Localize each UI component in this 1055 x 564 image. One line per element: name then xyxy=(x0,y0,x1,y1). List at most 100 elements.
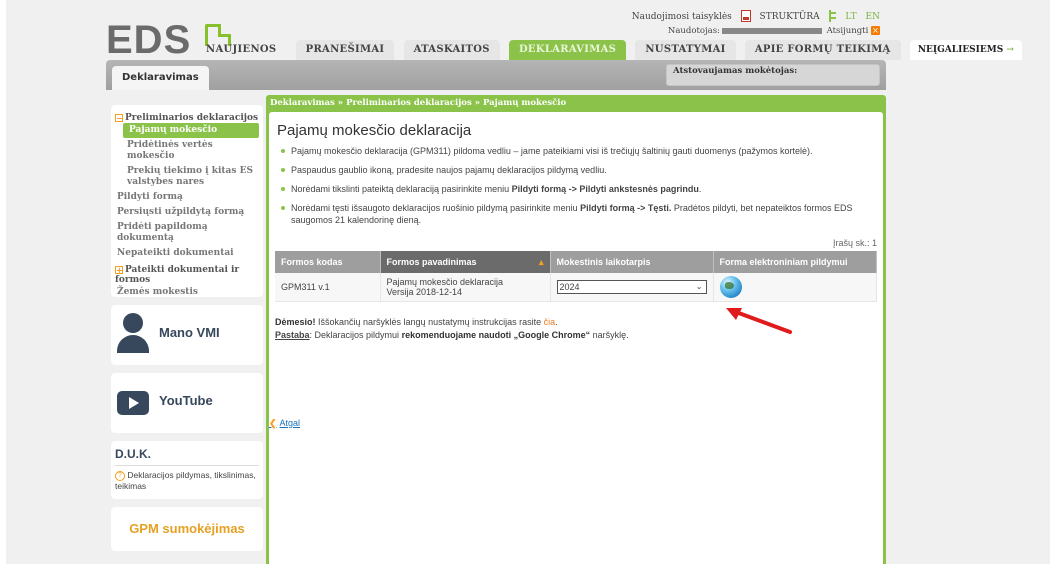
cell-tax-period: 2024 ⌄ xyxy=(550,273,714,302)
info-item: Norėdami tikslinti pateiktą deklaraciją … xyxy=(275,183,877,195)
expand-icon[interactable]: + xyxy=(115,265,123,274)
info-item: Norėdami tęsti išsaugoto deklaracijos ru… xyxy=(275,202,877,226)
sidebar-item-prideti-dokumenta[interactable]: Pridėti papildomą dokumentą xyxy=(115,220,259,246)
note-label: Pastaba xyxy=(275,330,310,340)
sidebar-item-prekiu-tiekimo[interactable]: Prekių tiekimo į kitas ES valstybes nare… xyxy=(115,164,259,190)
nav-accessibility[interactable]: NEĮGALIESIEMS → xyxy=(909,40,1022,60)
arrow-right-icon: → xyxy=(1006,45,1014,55)
faq-title: D.U.K. xyxy=(115,447,259,466)
language-lt[interactable]: LT xyxy=(845,12,856,22)
cell-electronic-form xyxy=(713,273,877,302)
note-end: naršyklę. xyxy=(590,330,629,340)
sidebar-item-pildyti-forma[interactable]: Pildyti formą xyxy=(115,190,259,205)
info-text-end: . xyxy=(698,184,702,194)
table-row: GPM311 v.1 Pajamų mokesčio deklaracija V… xyxy=(275,273,877,302)
cell-form-code: GPM311 v.1 xyxy=(275,273,381,302)
pdf-icon[interactable] xyxy=(740,10,751,22)
faq-link-label: Deklaracijos pildymas, tikslinimas, teik… xyxy=(115,470,256,491)
col-form-name-label: Formos pavadinimas xyxy=(386,256,477,267)
info-text: Norėdami tikslinti pateiktą deklaraciją … xyxy=(291,184,512,194)
page-title: Pajamų mokesčio deklaracija xyxy=(277,122,472,139)
gpm-payment-label: GPM sumokėjimas xyxy=(129,521,245,536)
sub-navigation-bar: Deklaravimas Atstovaujamas mokėtojas: xyxy=(106,60,886,90)
nav-deklaravimas[interactable]: DEKLARAVIMAS xyxy=(508,40,627,60)
chevron-down-icon: ⌄ xyxy=(695,282,703,291)
info-item: Paspaudus gaublio ikoną, pradesite naujo… xyxy=(275,164,877,176)
note-text: : Deklaracijos pildymui xyxy=(309,330,402,340)
back-link[interactable]: ❮ Atgal xyxy=(269,418,300,429)
faq-link[interactable]: ? Deklaracijos pildymas, tikslinimas, te… xyxy=(115,470,259,492)
attention-text: Iššokančių naršyklės langų nustatymų ins… xyxy=(315,317,544,327)
youtube-card[interactable]: YouTube xyxy=(111,373,263,433)
sort-asc-icon: ▴ xyxy=(538,256,544,267)
back-label: Atgal xyxy=(279,418,301,428)
instructions-link[interactable]: čia xyxy=(544,317,556,327)
globe-icon[interactable] xyxy=(719,276,742,298)
logout-icon[interactable]: × xyxy=(871,26,880,35)
attention-end: . xyxy=(555,317,558,327)
structure-icon[interactable] xyxy=(828,10,837,22)
gpm-payment-card[interactable]: GPM sumokėjimas xyxy=(111,507,263,551)
sidebar-menu: − Preliminarios deklaracijos Pajamų mokes… xyxy=(111,105,263,297)
record-count: Įrašų sk.: 1 xyxy=(832,238,877,248)
col-form-name[interactable]: Formos pavadinimas ▴ xyxy=(380,251,551,273)
info-item: Pajamų mokesčio deklaracija (GPM311) pil… xyxy=(275,145,877,157)
question-icon: ? xyxy=(115,470,125,481)
sidebar-item-persiusti[interactable]: Persiųsti užpildytą formą xyxy=(115,205,259,220)
nav-accessibility-label: NEĮGALIESIEMS xyxy=(917,45,1004,55)
user-label: Naudotojas: xyxy=(667,26,720,36)
nav-ataskaitos[interactable]: ATASKAITOS xyxy=(403,40,500,60)
col-form-code[interactable]: Formos kodas xyxy=(275,251,381,273)
note-recommendation: rekomenduojame naudoti „Google Chrome“ xyxy=(401,330,591,340)
nav-pranesimai[interactable]: PRANEŠIMAI xyxy=(295,40,395,60)
breadcrumb: Deklaravimas » Preliminarios deklaracijo… xyxy=(270,98,567,108)
top-links: Naudojimosi taisyklės STRUKTŪRA LT EN xyxy=(626,10,880,22)
attention-label: Dėmesio! xyxy=(275,317,316,327)
nav-naujienos[interactable]: NAUJIENOS xyxy=(206,40,286,60)
nav-nustatymai[interactable]: NUSTATYMAI xyxy=(635,40,736,60)
user-line: Naudotojas: Atsijungti × xyxy=(668,26,880,36)
main-nav: NAUJIENOS PRANEŠIMAI ATASKAITOS DEKLARAV… xyxy=(206,40,1022,60)
redacted-username xyxy=(721,27,822,34)
sidebar-group-preliminary-label: Preliminarios deklaracijos xyxy=(125,113,259,123)
sidebar-group-preliminary[interactable]: − Preliminarios deklaracijos xyxy=(115,113,259,123)
col-tax-period[interactable]: Mokestinis laikotarpis xyxy=(550,251,714,273)
sidebar: − Preliminarios deklaracijos Pajamų mokes… xyxy=(111,105,263,551)
structure-link[interactable]: STRUKTŪRA xyxy=(760,12,820,22)
play-icon xyxy=(117,391,149,415)
sidebar-item-zemes-mokestis[interactable]: Žemės mokestis xyxy=(115,285,259,300)
sidebar-item-pvm[interactable]: Pridėtinės vertės mokesčio xyxy=(115,138,259,164)
sidebar-item-nepateikti[interactable]: Nepateikti dokumentai xyxy=(115,246,259,261)
rules-link[interactable]: Naudojimosi taisyklės xyxy=(632,12,732,22)
person-icon xyxy=(123,313,143,333)
tab-deklaravimas[interactable]: Deklaravimas xyxy=(112,66,209,90)
faq-card: D.U.K. ? Deklaracijos pildymas, tikslini… xyxy=(111,441,263,499)
language-en[interactable]: EN xyxy=(866,12,880,22)
mano-vmi-label: Mano VMI xyxy=(159,325,220,340)
cell-form-name: Pajamų mokesčio deklaracija Versija 2018… xyxy=(380,273,551,302)
collapse-icon[interactable]: − xyxy=(115,113,123,122)
main-content: Pajamų mokesčio deklaracija Pajamų mokes… xyxy=(269,112,883,564)
menu-path: Pildyti formą -> Tęsti. xyxy=(580,203,672,213)
info-list: Pajamų mokesčio deklaracija (GPM311) pil… xyxy=(275,145,877,226)
form-name: Pajamų mokesčio deklaracija xyxy=(386,277,504,287)
nav-apie-formu-teikima[interactable]: APIE FORMŲ TEIKIMĄ xyxy=(744,40,901,60)
forms-table: Formos kodas Formos pavadinimas ▴ Mokesti… xyxy=(275,251,877,302)
form-version: Versija 2018-12-14 xyxy=(386,287,463,297)
red-arrow-annotation xyxy=(726,308,792,334)
chevron-left-icon: ❮ xyxy=(269,418,277,428)
mano-vmi-card[interactable]: Mano VMI xyxy=(111,305,263,365)
menu-path: Pildyti formą -> Pildyti ankstesnės pagr… xyxy=(511,184,699,194)
logout-link[interactable]: Atsijungti xyxy=(827,26,869,36)
page-frame: EDS Naudojimosi taisyklės STRUKTŪRA LT E… xyxy=(6,0,1050,564)
info-text: Norėdami tęsti išsaugoto deklaracijos ru… xyxy=(291,203,581,213)
sidebar-group-submitted[interactable]: + Pateikti dokumentai ir formos xyxy=(115,265,259,285)
sidebar-group-submitted-label: Pateikti dokumentai ir formos xyxy=(115,265,240,285)
represented-payer-label: Atstovaujamas mokėtojas: xyxy=(673,66,798,76)
represented-payer-box[interactable]: Atstovaujamas mokėtojas: xyxy=(666,64,880,86)
sidebar-item-pajamu-mokescio[interactable]: Pajamų mokesčio xyxy=(123,123,259,138)
tax-period-value: 2024 xyxy=(559,282,580,292)
eds-logo[interactable]: EDS xyxy=(106,20,191,60)
col-electronic-form[interactable]: Forma elektroniniam pildymui xyxy=(713,251,877,273)
tax-period-select[interactable]: 2024 ⌄ xyxy=(556,280,707,294)
